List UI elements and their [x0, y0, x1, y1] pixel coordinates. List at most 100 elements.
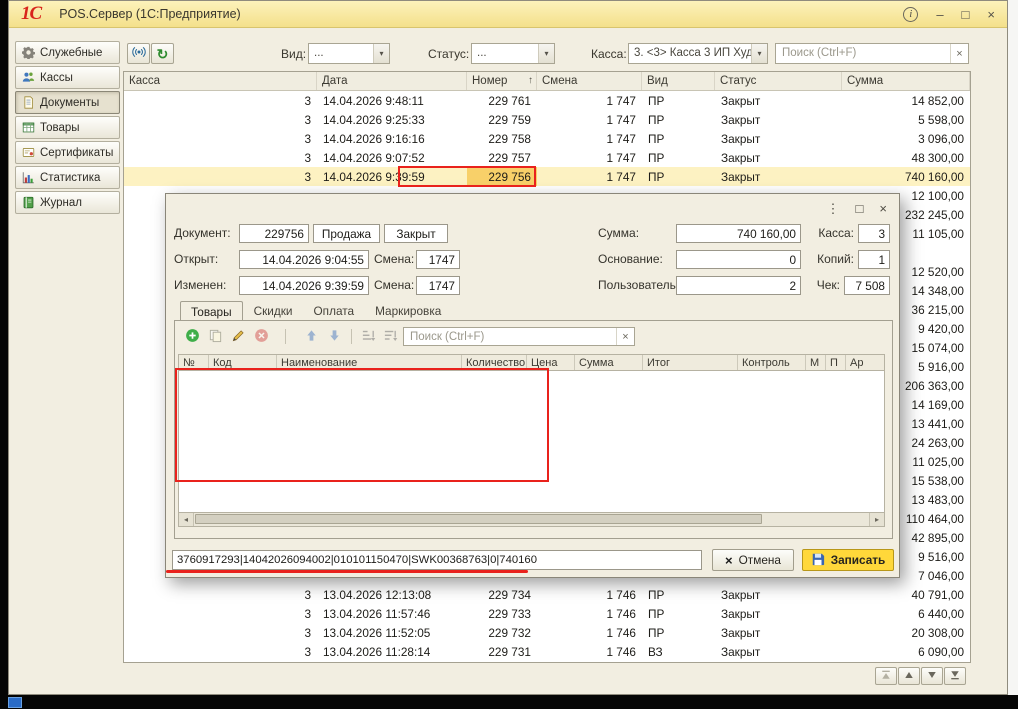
items-table-body[interactable] [178, 371, 885, 513]
scroll-left-icon[interactable]: ◂ [179, 513, 194, 526]
column-header[interactable]: Статус [715, 72, 842, 90]
cell-number[interactable]: 229 732 [467, 623, 537, 642]
cell-type[interactable]: ПР [642, 167, 715, 186]
items-search-input[interactable]: Поиск (Ctrl+F) × [403, 327, 635, 346]
clear-search-icon[interactable]: × [950, 44, 968, 63]
move-down-button[interactable] [324, 327, 345, 347]
chevron-down-icon[interactable]: ▾ [538, 44, 554, 63]
search-input[interactable]: Поиск (Ctrl+F) × [775, 43, 969, 64]
items-column-header[interactable]: Сумма [575, 355, 643, 370]
items-column-header[interactable]: Цена [527, 355, 575, 370]
cell-date[interactable]: 14.04.2026 9:25:33 [317, 110, 467, 129]
cell-shift[interactable]: 1 747 [537, 167, 642, 186]
delete-row-button[interactable] [251, 327, 272, 347]
cell-number[interactable]: 229 759 [467, 110, 537, 129]
kassa-combo[interactable]: 3. <3> Касса 3 ИП Худа ▾ [628, 43, 768, 64]
cell-date[interactable]: 13.04.2026 12:13:08 [317, 585, 467, 604]
table-row[interactable]: 3 14.04.2026 9:16:16 229 758 1 747 ПР Закрыт 3… [124, 129, 970, 148]
go-first-button[interactable] [875, 667, 897, 685]
cell-status[interactable]: Закрыт [715, 129, 842, 148]
cell-number[interactable]: 229 757 [467, 148, 537, 167]
document-state-field[interactable] [384, 224, 448, 243]
column-header[interactable]: Номер ↑ [467, 72, 537, 90]
cell-sum[interactable]: 20 308,00 [842, 623, 970, 642]
table-row[interactable]: 3 14.04.2026 9:39:59 229 756 1 747 ПР Закрыт 7… [124, 167, 970, 186]
cell-shift[interactable]: 1 746 [537, 604, 642, 623]
minimize-button[interactable]: – [936, 8, 943, 21]
scrollbar-thumb[interactable] [195, 514, 762, 524]
cell-number[interactable]: 229 756 [467, 167, 537, 186]
cell-number[interactable]: 229 731 [467, 642, 537, 661]
cell-number[interactable]: 229 758 [467, 129, 537, 148]
cell-shift[interactable]: 1 747 [537, 148, 642, 167]
cell-type[interactable]: ПР [642, 585, 715, 604]
cell-status[interactable]: Закрыт [715, 148, 842, 167]
edit-row-button[interactable] [228, 327, 249, 347]
sort-ascending-button[interactable] [358, 327, 379, 347]
copy-row-button[interactable] [205, 327, 226, 347]
cell-kassa[interactable]: 3 [124, 129, 317, 148]
tab-markirovka[interactable]: Маркировка [365, 301, 451, 321]
cell-sum[interactable]: 14 852,00 [842, 91, 970, 110]
cell-sum[interactable]: 48 300,00 [842, 148, 970, 167]
column-header[interactable]: Вид [642, 72, 715, 90]
add-row-button[interactable] [182, 327, 203, 347]
go-next-button[interactable] [921, 667, 943, 685]
scrollbar-track[interactable] [194, 513, 869, 526]
cell-type[interactable]: ВЗ [642, 642, 715, 661]
table-row[interactable]: 3 14.04.2026 9:48:11 229 761 1 747 ПР Закрыт 1… [124, 91, 970, 110]
items-column-header[interactable]: № [179, 355, 209, 370]
items-column-header[interactable]: Наименование [277, 355, 462, 370]
cell-date[interactable]: 14.04.2026 9:07:52 [317, 148, 467, 167]
go-previous-button[interactable] [898, 667, 920, 685]
scroll-right-icon[interactable]: ▸ [869, 513, 884, 526]
close-button[interactable]: × [987, 8, 995, 21]
cell-kassa[interactable]: 3 [124, 167, 317, 186]
cell-type[interactable]: ПР [642, 91, 715, 110]
cell-number[interactable]: 229 733 [467, 604, 537, 623]
cell-status[interactable]: Закрыт [715, 167, 842, 186]
cell-kassa[interactable]: 3 [124, 585, 317, 604]
barcode-input[interactable] [172, 550, 702, 570]
more-menu-icon[interactable]: ⋮ [827, 201, 840, 217]
items-column-header[interactable]: Контроль [738, 355, 806, 370]
cell-type[interactable]: ПР [642, 129, 715, 148]
opened-datetime-field[interactable] [239, 250, 369, 269]
table-row[interactable]: 3 13.04.2026 11:57:46 229 733 1 746 ПР Закрыт… [124, 604, 970, 623]
cell-kassa[interactable]: 3 [124, 604, 317, 623]
cell-sum[interactable]: 740 160,00 [842, 167, 970, 186]
cell-status[interactable]: Закрыт [715, 604, 842, 623]
items-column-header[interactable]: П [826, 355, 846, 370]
cell-date[interactable]: 13.04.2026 11:52:05 [317, 623, 467, 642]
cell-date[interactable]: 14.04.2026 9:48:11 [317, 91, 467, 110]
kassa-field[interactable] [858, 224, 890, 243]
status-combo[interactable]: ... ▾ [471, 43, 555, 64]
document-number-field[interactable] [239, 224, 309, 243]
items-column-header[interactable]: Количество [462, 355, 527, 370]
save-button[interactable]: Записать [802, 549, 894, 571]
go-last-button[interactable] [944, 667, 966, 685]
cell-type[interactable]: ПР [642, 623, 715, 642]
sidebar-item-sertifikaty[interactable]: Сертификаты [15, 141, 120, 164]
cell-sum[interactable]: 5 598,00 [842, 110, 970, 129]
cell-kassa[interactable]: 3 [124, 623, 317, 642]
cell-shift[interactable]: 1 747 [537, 110, 642, 129]
cell-number[interactable]: 229 761 [467, 91, 537, 110]
cell-kassa[interactable]: 3 [124, 91, 317, 110]
column-header[interactable]: Дата [317, 72, 467, 90]
table-row[interactable]: 3 13.04.2026 11:52:05 229 732 1 746 ПР Закрыт… [124, 623, 970, 642]
sidebar-item-zhurnal[interactable]: Журнал [15, 191, 120, 214]
cell-status[interactable]: Закрыт [715, 91, 842, 110]
info-icon[interactable]: i [903, 6, 919, 22]
tab-tovary[interactable]: Товары [180, 301, 243, 321]
vid-combo[interactable]: ... ▾ [308, 43, 390, 64]
items-column-header[interactable]: Код [209, 355, 277, 370]
table-row[interactable]: 3 13.04.2026 12:13:08 229 734 1 746 ПР Закрыт… [124, 585, 970, 604]
items-column-header[interactable]: Итог [643, 355, 738, 370]
cell-date[interactable]: 13.04.2026 11:57:46 [317, 604, 467, 623]
check-field[interactable] [844, 276, 890, 295]
cell-date[interactable]: 14.04.2026 9:39:59 [317, 167, 467, 186]
items-column-header[interactable]: Ар [846, 355, 884, 370]
sidebar-item-statistika[interactable]: Статистика [15, 166, 120, 189]
shift1-field[interactable] [416, 250, 460, 269]
